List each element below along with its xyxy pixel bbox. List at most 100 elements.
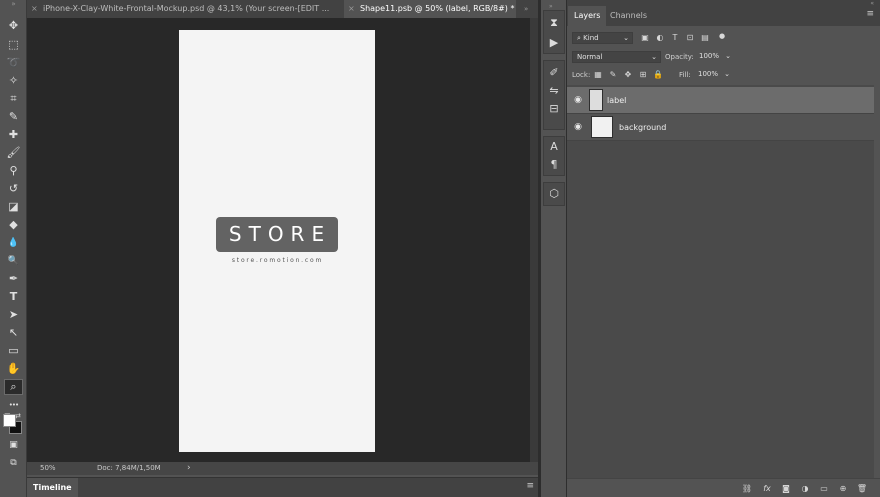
type-tool-icon[interactable]: T [4, 289, 23, 305]
brushes-icon[interactable]: ✐ [545, 65, 563, 81]
brush-tool-icon[interactable]: 🖌 [4, 145, 23, 161]
layers-panel-footer: ⛓ fx ◙ ◑ ▭ ⊕ 🗑 [567, 478, 880, 497]
panel-group-type: A ¶ [543, 136, 565, 176]
panel-group-adjust: ✐ ⇋ ⊟ [543, 60, 565, 130]
lock-position-icon[interactable]: ✥ [623, 69, 633, 81]
tab-layers[interactable]: Layers [568, 6, 607, 26]
lasso-tool-icon[interactable]: ➰ [4, 55, 23, 71]
close-tab-icon[interactable]: × [348, 0, 355, 18]
timeline-panel-bar: Timeline ≡ [27, 477, 538, 497]
blend-mode-select[interactable]: Normal ⌄ [572, 51, 661, 63]
layer-style-fx-icon[interactable]: fx [761, 483, 773, 494]
3d-cube-icon[interactable]: ⬡ [545, 186, 563, 202]
hand-tool-icon[interactable]: ✋ [4, 361, 23, 377]
paragraph-icon[interactable]: ¶ [545, 157, 563, 173]
layer-name: label [607, 96, 627, 105]
direct-selection-tool-icon[interactable]: ↖ [4, 325, 23, 341]
new-group-icon[interactable]: ▭ [818, 483, 830, 494]
tab-channels[interactable]: Channels [604, 6, 653, 26]
filter-kind-value: Kind [583, 34, 599, 42]
magic-wand-tool-icon[interactable]: ✧ [4, 73, 23, 89]
collapsed-panels-strip: » ⧗ ▶ ✐ ⇋ ⊟ A ¶ ⬡ [541, 0, 567, 497]
character-icon[interactable]: A [545, 139, 563, 155]
panel-menu-icon[interactable]: ≡ [866, 9, 874, 19]
document-size: Doc: 7,84M/1,50M [97, 464, 161, 472]
blend-mode-value: Normal [577, 53, 603, 61]
status-menu-arrow-icon[interactable]: › [187, 462, 191, 475]
swap-colors-icon[interactable]: ⇄ [15, 412, 23, 420]
document-tab-label: iPhone-X-Clay-White-Frontal-Mockup.psd @… [43, 4, 330, 13]
more-tools-icon[interactable]: ••• [4, 397, 23, 413]
filter-type-icon[interactable]: T [670, 32, 680, 44]
rectangle-tool-icon[interactable]: ▭ [4, 343, 23, 359]
lock-all-icon[interactable]: 🔒 [653, 69, 663, 81]
blur-tool-icon[interactable]: 💧 [4, 235, 23, 251]
actions-play-icon[interactable]: ▶ [545, 35, 563, 51]
opacity-field[interactable]: 100% ⌄ [695, 51, 731, 63]
store-logo-url: store.romotion.com [231, 257, 324, 264]
document-tab-shape11[interactable]: × Shape11.psb @ 50% (label, RGB/8#) * [344, 0, 516, 18]
link-layers-icon[interactable]: ⛓ [741, 483, 753, 494]
strip-collapse-icon[interactable]: » [549, 3, 553, 10]
lock-transparent-pixels-icon[interactable]: ▦ [593, 69, 603, 81]
layer-row-label[interactable]: ◉ label [567, 87, 874, 114]
layer-thumbnail [589, 89, 603, 111]
fill-field[interactable]: 100% ⌄ [694, 69, 730, 81]
visibility-eye-icon[interactable]: ◉ [573, 95, 583, 105]
toolbar-collapse-icon[interactable]: » [4, 0, 23, 8]
close-tab-icon[interactable]: × [31, 0, 38, 18]
path-selection-tool-icon[interactable]: ➤ [4, 307, 23, 323]
filter-pixel-icon[interactable]: ▣ [640, 32, 650, 44]
chevron-down-icon: ⌄ [651, 53, 657, 61]
quick-mask-icon[interactable]: ▣ [4, 437, 23, 453]
layer-thumbnail [591, 116, 613, 138]
lock-label: Lock: [572, 71, 591, 79]
chevron-down-icon: ⌄ [725, 52, 731, 60]
document-tab-mockup[interactable]: × iPhone-X-Clay-White-Frontal-Mockup.psd… [27, 0, 343, 18]
document-tab-label: Shape11.psb @ 50% (label, RGB/8#) * [360, 4, 515, 13]
new-layer-icon[interactable]: ⊕ [837, 483, 849, 494]
filter-smart-object-icon[interactable]: ▤ [700, 32, 710, 44]
move-tool-icon[interactable]: ✥ [4, 18, 23, 34]
history-brush-tool-icon[interactable]: ↺ [4, 181, 23, 197]
history-icon[interactable]: ⧗ [545, 15, 563, 31]
chevron-down-icon: ⌄ [623, 34, 629, 42]
eraser-tool-icon[interactable]: ◪ [4, 199, 23, 215]
paint-bucket-tool-icon[interactable]: ◆ [4, 217, 23, 233]
panel-group-3d: ⬡ [543, 182, 565, 206]
layer-filter-kind-select[interactable]: ⌕ Kind ⌄ [572, 32, 633, 44]
canvas-vertical-scrollbar[interactable] [530, 18, 538, 462]
visibility-eye-icon[interactable]: ◉ [573, 122, 583, 132]
layer-list: ◉ label ◉ background [567, 85, 874, 478]
filter-toggle-icon[interactable]: ● [717, 30, 727, 42]
delete-layer-icon[interactable]: 🗑 [856, 483, 868, 494]
lock-artboard-icon[interactable]: ⊞ [638, 69, 648, 81]
new-adjustment-layer-icon[interactable]: ◑ [799, 483, 811, 494]
timeline-menu-icon[interactable]: ≡ [526, 478, 534, 495]
zoom-tool-icon[interactable]: ⌕ [4, 379, 23, 395]
document-tab-bar: × iPhone-X-Clay-White-Frontal-Mockup.psd… [27, 0, 538, 18]
zoom-level[interactable]: 50% [40, 462, 56, 475]
pen-tool-icon[interactable]: ✒ [4, 271, 23, 287]
tab-timeline[interactable]: Timeline [27, 478, 78, 497]
tools-panel: » ✥ ⬚ ➰ ✧ ⌗ ✎ ✚ 🖌 ⚲ ↺ ◪ ◆ 💧 🔍 ✒ T ➤ ↖ ▭ … [0, 0, 27, 497]
eyedropper-tool-icon[interactable]: ✎ [4, 109, 23, 125]
layer-row-background[interactable]: ◉ background [567, 114, 874, 141]
panel-collapse-icon[interactable]: « [870, 0, 874, 7]
healing-brush-tool-icon[interactable]: ✚ [4, 127, 23, 143]
dodge-tool-icon[interactable]: 🔍 [4, 253, 23, 269]
filter-adjustment-icon[interactable]: ◐ [655, 32, 665, 44]
marquee-tool-icon[interactable]: ⬚ [4, 37, 23, 53]
add-mask-icon[interactable]: ◙ [780, 483, 792, 494]
fill-value: 100% [698, 70, 719, 78]
filter-shape-icon[interactable]: ⊡ [685, 32, 695, 44]
crop-tool-icon[interactable]: ⌗ [4, 91, 23, 107]
stamp-tool-icon[interactable]: ⚲ [4, 163, 23, 179]
lock-image-pixels-icon[interactable]: ✎ [608, 69, 618, 81]
opacity-label: Opacity: [665, 53, 694, 61]
adjustments-icon[interactable]: ⇋ [545, 83, 563, 99]
tab-overflow-icon[interactable]: » [524, 0, 534, 18]
screen-mode-icon[interactable]: ⧉ [4, 455, 23, 471]
foreground-color-swatch[interactable] [3, 414, 16, 427]
properties-icon[interactable]: ⊟ [545, 101, 563, 117]
